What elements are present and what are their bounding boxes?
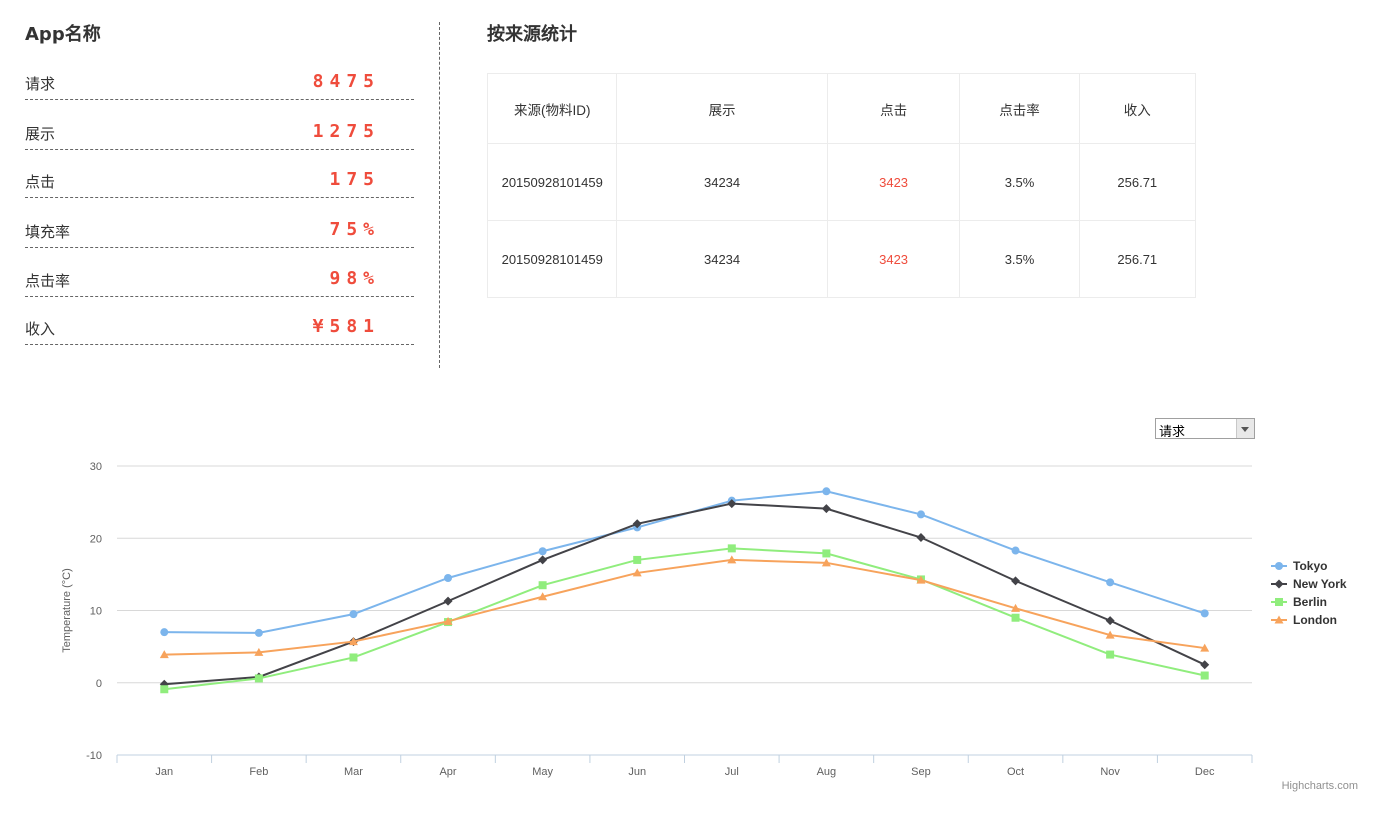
legend-item-tokyo[interactable]: Tokyo	[1293, 559, 1327, 573]
data-point-tokyo	[349, 610, 358, 619]
stat-row-fill-rate: 填充率 75%	[25, 219, 414, 248]
cell-source-id: 20150928101459	[486, 143, 618, 221]
table-row: 20150928101459 34234 3423 3.5% 256.71	[486, 220, 1197, 298]
y-axis-title: Temperature (°C)	[61, 568, 73, 652]
data-point-berlin	[160, 685, 169, 694]
column-header-clicks: 点击	[826, 73, 961, 144]
source-stats-title: 按来源统计	[487, 24, 577, 45]
series-line-new-york	[164, 502, 1206, 686]
stat-value: ¥581	[312, 316, 380, 337]
stat-row-ctr: 点击率 98%	[25, 268, 414, 297]
data-point-berlin	[254, 674, 263, 683]
x-tick-label: Dec	[1195, 766, 1215, 778]
stat-row-revenue: 收入 ¥581	[25, 316, 414, 345]
data-point-new-york	[916, 533, 926, 543]
x-tick-label: Oct	[1007, 766, 1024, 778]
data-point-tokyo	[1200, 609, 1209, 618]
stat-label: 填充率	[25, 223, 71, 241]
source-stats-table: 来源(物料ID) 展示 点击 点击率 收入 20150928101459 342…	[486, 73, 1197, 298]
data-point-tokyo	[160, 628, 169, 637]
stat-value: 1275	[312, 121, 380, 142]
data-point-berlin	[727, 544, 736, 553]
y-tick-label: 10	[90, 606, 102, 618]
app-stats-panel: App名称 请求 8475 展示 1275 点击 175 填充率 75% 点击率…	[25, 18, 414, 368]
y-tick-label: -10	[86, 750, 102, 762]
data-point-new-york	[1200, 660, 1210, 670]
x-tick-label: Mar	[344, 766, 363, 778]
data-point-new-york	[1011, 576, 1021, 586]
cell-ctr: 3.5%	[959, 143, 1080, 221]
cell-clicks: 3423	[826, 220, 961, 298]
temperature-line-chart: -10 0 10 20 30 Jan Feb Mar Apr May Jun Jul Aug Sep Oct…	[61, 461, 1347, 778]
table-row: 20150928101459 34234 3423 3.5% 256.71	[486, 143, 1197, 221]
x-tick-label: Jul	[725, 766, 739, 778]
legend-item-new-york[interactable]: New York	[1293, 577, 1347, 591]
column-header-revenue: 收入	[1078, 73, 1197, 144]
cell-impressions: 34234	[616, 143, 828, 221]
x-tick-label: Jan	[155, 766, 173, 778]
stat-value: 8475	[312, 71, 380, 92]
column-header-impressions: 展示	[616, 73, 828, 144]
legend-marker-new-york	[1274, 579, 1284, 589]
y-tick-label: 30	[90, 461, 102, 473]
cell-clicks: 3423	[826, 143, 961, 221]
x-tick-label: Aug	[817, 766, 837, 778]
stat-value: 175	[329, 169, 380, 190]
table-header-row: 来源(物料ID) 展示 点击 点击率 收入	[486, 73, 1197, 144]
series-line-berlin	[164, 547, 1205, 691]
cell-revenue: 256.71	[1078, 143, 1197, 221]
cell-impressions: 34234	[616, 220, 828, 298]
data-point-new-york	[538, 555, 548, 565]
series-line-tokyo	[164, 490, 1206, 634]
column-header-source: 来源(物料ID)	[486, 73, 618, 144]
data-point-tokyo	[444, 573, 453, 582]
data-point-tokyo	[538, 547, 547, 556]
app-name-title: App名称	[25, 24, 101, 45]
legend-item-berlin[interactable]: Berlin	[1293, 595, 1327, 609]
data-point-berlin	[633, 555, 642, 564]
data-point-berlin	[1200, 671, 1209, 680]
x-tick-label: Feb	[249, 766, 268, 778]
legend-marker-tokyo	[1275, 562, 1283, 570]
data-point-tokyo	[1011, 546, 1020, 555]
data-point-tokyo	[254, 628, 263, 637]
y-tick-label: 0	[96, 678, 102, 690]
data-point-berlin	[1011, 613, 1020, 622]
vertical-divider	[439, 22, 440, 368]
cell-source-id: 20150928101459	[486, 220, 618, 298]
series-line-london	[164, 558, 1205, 656]
stat-label: 请求	[25, 75, 56, 93]
x-tick-label: Apr	[439, 766, 456, 778]
stat-row-impressions: 展示 1275	[25, 121, 414, 150]
y-tick-label: 20	[90, 533, 102, 545]
stat-label: 点击	[25, 173, 56, 191]
data-point-berlin	[1106, 650, 1115, 659]
stat-value: 75%	[329, 219, 380, 240]
data-point-berlin	[538, 581, 547, 590]
data-point-new-york	[443, 596, 453, 606]
x-tick-label: Jun	[628, 766, 646, 778]
data-point-tokyo	[1106, 578, 1115, 587]
data-point-new-york	[1105, 616, 1115, 626]
cell-ctr: 3.5%	[959, 220, 1080, 298]
column-header-ctr: 点击率	[959, 73, 1080, 144]
data-point-berlin	[822, 549, 831, 558]
cell-revenue: 256.71	[1078, 220, 1197, 298]
data-point-berlin	[349, 653, 358, 662]
stat-label: 展示	[25, 125, 56, 143]
stat-row-clicks: 点击 175	[25, 169, 414, 198]
x-tick-label: Nov	[1100, 766, 1120, 778]
legend-marker-berlin	[1275, 598, 1283, 606]
data-point-tokyo	[916, 510, 925, 519]
highcharts-credit-link[interactable]: Highcharts.com	[1282, 780, 1358, 792]
stat-label: 收入	[25, 320, 56, 338]
data-point-new-york	[821, 504, 831, 514]
x-tick-label: May	[532, 766, 553, 778]
stat-label: 点击率	[25, 272, 71, 290]
stat-value: 98%	[329, 268, 380, 289]
x-tick-label: Sep	[911, 766, 931, 778]
legend-item-london[interactable]: London	[1293, 613, 1337, 627]
stat-row-requests: 请求 8475	[25, 71, 414, 100]
data-point-tokyo	[822, 487, 831, 496]
